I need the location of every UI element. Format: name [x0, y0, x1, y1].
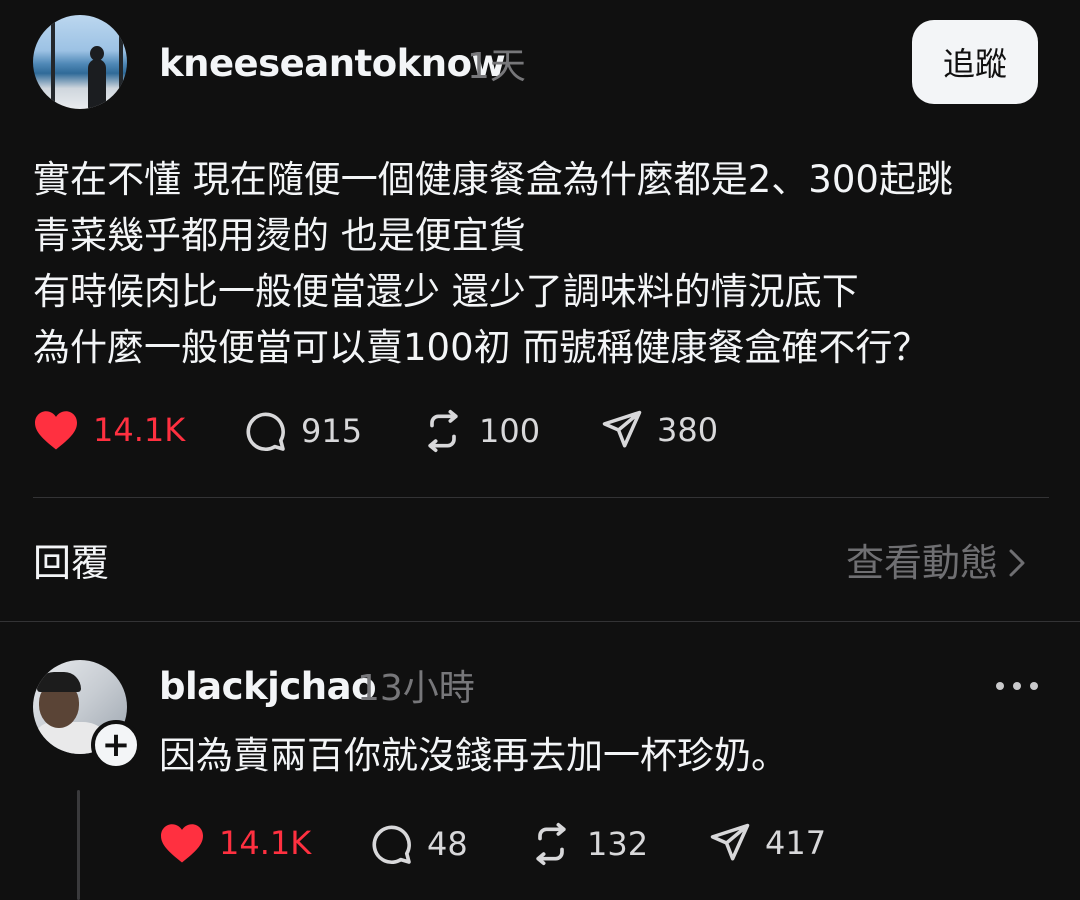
divider [0, 621, 1080, 622]
comment-icon [246, 412, 285, 452]
post-line: 青菜幾乎都用燙的 也是便宜貨 [33, 214, 526, 257]
reply-action-bar: 14.1K 48 132 417 [159, 822, 859, 878]
reply-body: 因為賣兩百你就沒錢再去加一杯珍奶。 [159, 734, 788, 777]
more-dot [996, 682, 1004, 690]
like-count: 14.1K [93, 411, 186, 449]
view-activity-label: 查看動態 [846, 541, 999, 585]
post-action-bar: 14.1K 915 100 380 [33, 409, 793, 465]
post-line: 為什麼一般便當可以賣100初 而號稱健康餐盒確不行？ [33, 326, 930, 369]
comment-count: 915 [301, 412, 363, 450]
heart-icon [161, 824, 203, 863]
plus-icon: + [101, 725, 131, 765]
follow-button[interactable]: 追蹤 [912, 20, 1038, 104]
more-dot [1030, 682, 1038, 690]
window-frame [51, 15, 55, 109]
more-dot [1013, 682, 1021, 690]
post-timestamp: 1天 [467, 46, 526, 87]
follow-plus-button[interactable]: + [91, 720, 141, 770]
chevron-right-icon [1009, 549, 1025, 577]
heart-icon [35, 411, 77, 450]
share-icon [602, 410, 642, 448]
comment-icon [372, 825, 411, 865]
view-activity-link[interactable]: 查看動態 [846, 538, 1026, 588]
like-count: 14.1K [219, 824, 312, 862]
more-icon[interactable] [996, 676, 1038, 696]
person-silhouette [88, 46, 106, 109]
comment-count: 48 [427, 825, 468, 863]
comment-button[interactable]: 915 [243, 409, 362, 453]
divider [33, 497, 1049, 498]
comment-button[interactable]: 48 [369, 822, 468, 866]
share-count: 417 [765, 824, 827, 862]
repost-count: 132 [587, 825, 649, 863]
author-avatar[interactable] [33, 15, 127, 109]
repost-button[interactable]: 100 [421, 409, 540, 453]
window-frame [119, 15, 123, 109]
share-count: 380 [657, 411, 719, 449]
repost-count: 100 [479, 412, 541, 450]
reply-author-username[interactable]: blackjchao [159, 662, 377, 712]
repost-icon [536, 822, 566, 866]
share-icon [710, 823, 750, 861]
post-line: 實在不懂 現在隨便一個健康餐盒為什麼都是2、300起跳 [33, 158, 953, 201]
like-button[interactable]: 14.1K [159, 822, 311, 864]
repost-button[interactable]: 132 [529, 822, 648, 866]
like-button[interactable]: 14.1K [33, 409, 185, 451]
replies-label: 回覆 [33, 541, 110, 585]
post-body: 實在不懂 現在隨便一個健康餐盒為什麼都是2、300起跳 青菜幾乎都用燙的 也是便… [33, 152, 1043, 376]
avatar-cap [37, 672, 81, 692]
share-button[interactable]: 380 [601, 409, 718, 451]
share-button[interactable]: 417 [709, 822, 826, 864]
author-username[interactable]: kneeseantoknow [159, 40, 506, 88]
thread-line [77, 790, 80, 900]
post-line: 有時候肉比一般便當還少 還少了調味料的情況底下 [33, 270, 859, 313]
reply-timestamp: 13小時 [357, 668, 475, 709]
repost-icon [428, 409, 458, 453]
